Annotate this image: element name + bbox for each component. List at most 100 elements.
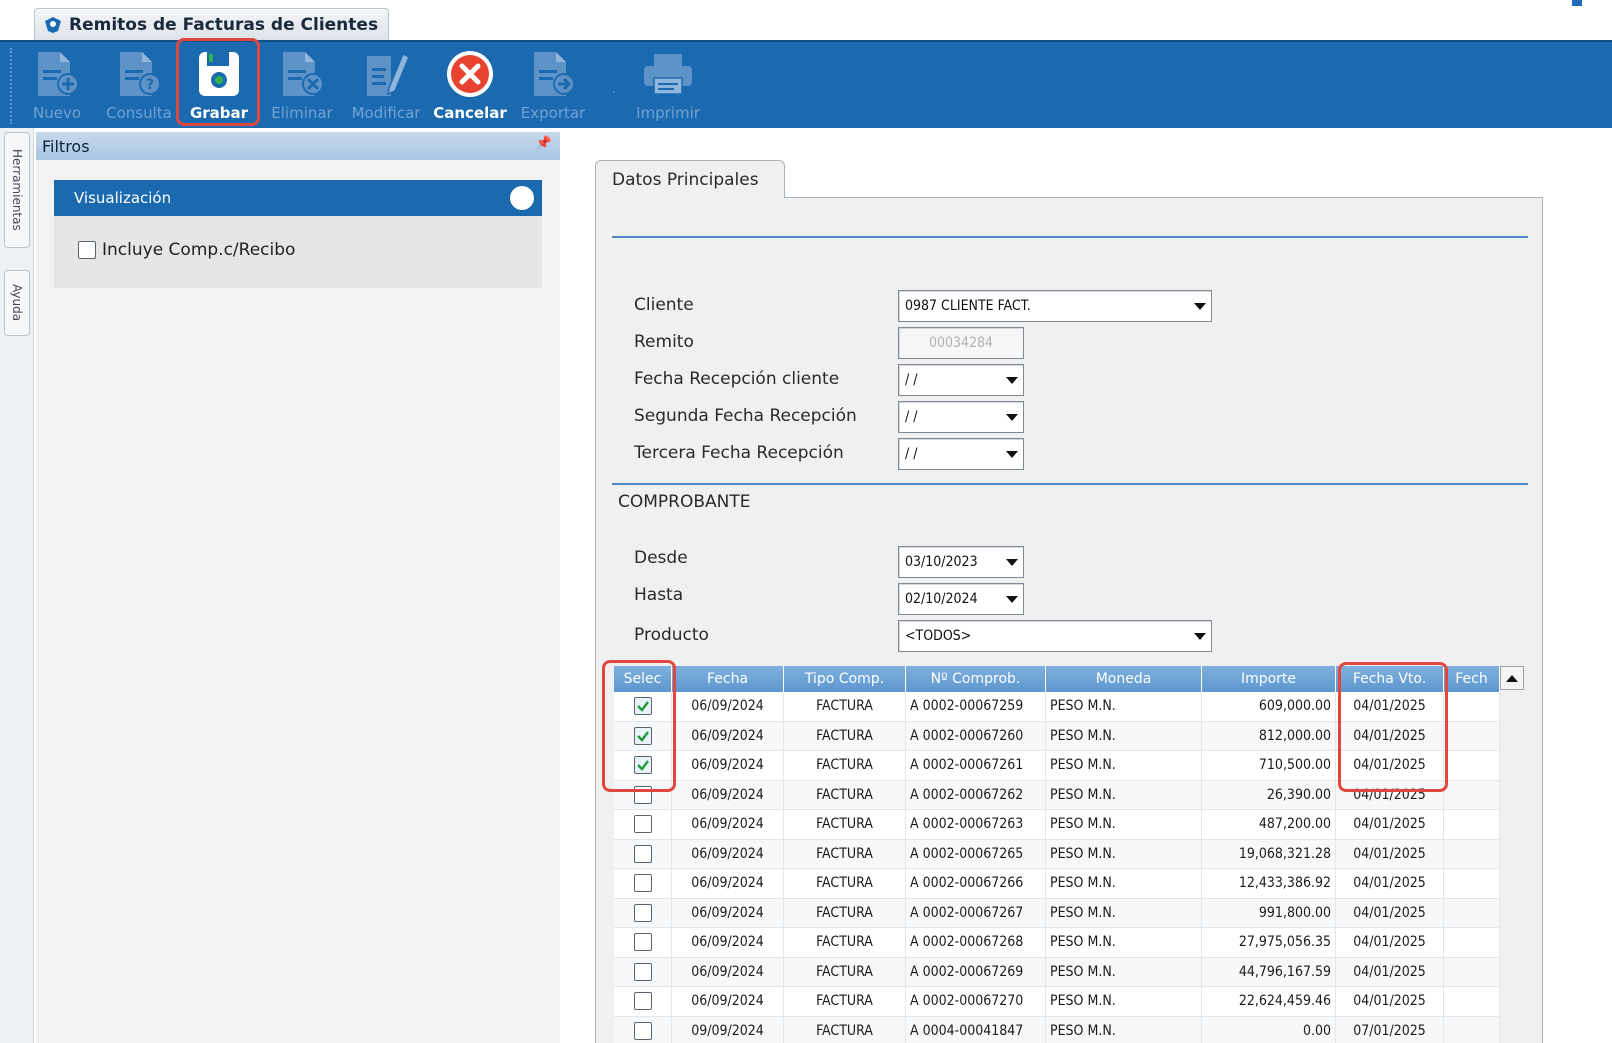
table-row[interactable]: 06/09/2024 FACTURA A 0002-00067269 PESO M.N…	[614, 957, 1500, 987]
row-select-checkbox[interactable]	[633, 756, 652, 775]
importe-cell: 487,200.00	[1202, 810, 1336, 839]
row-select-checkbox[interactable]	[633, 933, 652, 952]
query-button-label: Consulta	[106, 104, 172, 122]
select-cell[interactable]	[614, 928, 672, 957]
query-button[interactable]: ? Consulta	[104, 46, 174, 126]
save-disk-icon	[199, 52, 239, 96]
tab-datos-principales[interactable]: Datos Principales	[595, 160, 785, 198]
include-receipt-checkbox[interactable]	[78, 241, 96, 259]
check-icon	[636, 701, 649, 713]
save-button[interactable]: Grabar	[186, 46, 252, 126]
col-importe[interactable]: Importe	[1202, 666, 1336, 692]
export-button[interactable]: Exportar	[518, 46, 588, 126]
tipo-cell: FACTURA	[784, 751, 906, 780]
select-cell[interactable]	[614, 810, 672, 839]
moneda-cell: PESO M.N.	[1046, 780, 1202, 809]
chevron-down-icon[interactable]	[1001, 402, 1023, 432]
check-icon	[636, 760, 649, 772]
pin-icon[interactable]: 📌	[536, 136, 552, 151]
select-cell[interactable]	[614, 780, 672, 809]
producto-select[interactable]: <TODOS>	[898, 620, 1212, 652]
delete-button[interactable]: Eliminar	[270, 46, 334, 126]
table-row[interactable]: 06/09/2024 FACTURA A 0002-00067262 PESO M.N…	[614, 780, 1500, 810]
select-cell[interactable]	[614, 957, 672, 986]
doc-edit-icon	[367, 52, 410, 96]
table-row[interactable]: 06/09/2024 FACTURA A 0002-00067260 PESO M.N…	[614, 721, 1500, 751]
moneda-cell: PESO M.N.	[1046, 987, 1202, 1016]
select-cell[interactable]	[614, 869, 672, 898]
chevron-down-icon[interactable]	[1001, 439, 1023, 469]
select-cell[interactable]	[614, 721, 672, 750]
include-receipt-option[interactable]: Incluye Comp.c/Recibo	[78, 240, 295, 260]
scroll-up-button[interactable]	[1500, 666, 1524, 690]
tipo-cell: FACTURA	[784, 898, 906, 927]
numero-cell: A 0002-00067262	[906, 780, 1046, 809]
cliente-select-value: 0987 CLIENTE FACT.	[905, 298, 1031, 314]
select-cell[interactable]	[614, 987, 672, 1016]
chevron-down-icon[interactable]	[1189, 621, 1211, 651]
col-tipo-comp[interactable]: Tipo Comp.	[784, 666, 906, 692]
table-row[interactable]: 06/09/2024 FACTURA A 0002-00067266 PESO M.N…	[614, 869, 1500, 899]
chevron-down-icon[interactable]	[1189, 291, 1211, 321]
fecha-cell: 06/09/2024	[672, 810, 784, 839]
col-moneda[interactable]: Moneda	[1046, 666, 1202, 692]
row-select-checkbox[interactable]	[633, 903, 652, 922]
select-cell[interactable]	[614, 839, 672, 868]
new-button[interactable]: Nuevo	[28, 46, 86, 126]
col-fecha-extra[interactable]: Fech	[1444, 666, 1500, 692]
export-dropdown-arrow[interactable]: ․	[612, 82, 616, 96]
collapse-toggle-icon[interactable]	[510, 186, 534, 210]
window-tab[interactable]: Remitos de Facturas de Clientes	[34, 8, 390, 40]
fecha-recepcion-label: Fecha Recepción cliente	[634, 369, 840, 389]
table-row[interactable]: 06/09/2024 FACTURA A 0002-00067265 PESO M.N…	[614, 839, 1500, 869]
extra-cell	[1444, 928, 1500, 957]
row-select-checkbox[interactable]	[633, 874, 652, 893]
table-row[interactable]: 06/09/2024 FACTURA A 0002-00067261 PESO M.N…	[614, 751, 1500, 781]
table-row[interactable]: 06/09/2024 FACTURA A 0002-00067270 PESO M.N…	[614, 987, 1500, 1017]
toolbar-grip[interactable]	[10, 48, 14, 124]
chevron-down-icon[interactable]	[1001, 365, 1023, 395]
table-row[interactable]: 09/09/2024 FACTURA A 0004-00041847 PESO M.N…	[614, 1016, 1500, 1043]
table-row[interactable]: 06/09/2024 FACTURA A 0002-00067267 PESO M.N…	[614, 898, 1500, 928]
hasta-label: Hasta	[634, 585, 684, 605]
segunda-fecha-date[interactable]: / /	[898, 401, 1024, 433]
visualizacion-header[interactable]: Visualización	[54, 180, 542, 216]
select-cell[interactable]	[614, 1016, 672, 1043]
row-select-checkbox[interactable]	[633, 815, 652, 834]
print-button[interactable]: Imprimir	[628, 46, 708, 126]
col-fecha[interactable]: Fecha	[672, 666, 784, 692]
table-row[interactable]: 06/09/2024 FACTURA A 0002-00067263 PESO M.N…	[614, 810, 1500, 840]
row-select-checkbox[interactable]	[633, 844, 652, 863]
window-title: Remitos de Facturas de Clientes	[69, 14, 379, 35]
chevron-down-icon[interactable]	[1001, 547, 1023, 577]
fecha-recepcion-date[interactable]: / /	[898, 364, 1024, 396]
row-select-checkbox[interactable]	[633, 785, 652, 804]
row-select-checkbox[interactable]	[633, 1021, 652, 1040]
tercera-fecha-label: Tercera Fecha Recepción	[634, 443, 844, 463]
row-select-checkbox[interactable]	[633, 697, 652, 716]
col-selec[interactable]: Selec	[614, 666, 672, 692]
tools-side-tab[interactable]: Herramientas	[4, 132, 30, 248]
col-fecha-vto[interactable]: Fecha Vto.	[1336, 666, 1444, 692]
row-select-checkbox[interactable]	[633, 992, 652, 1011]
select-cell[interactable]	[614, 898, 672, 927]
tercera-fecha-date[interactable]: / /	[898, 438, 1024, 470]
chevron-down-icon[interactable]	[1001, 584, 1023, 614]
help-side-tab[interactable]: Ayuda	[4, 270, 30, 336]
cliente-select[interactable]: 0987 CLIENTE FACT.	[898, 290, 1212, 322]
select-cell[interactable]	[614, 692, 672, 721]
hasta-date[interactable]: 02/10/2024	[898, 583, 1024, 615]
desde-date[interactable]: 03/10/2023	[898, 546, 1024, 578]
table-row[interactable]: 06/09/2024 FACTURA A 0002-00067259 PESO M.N…	[614, 692, 1500, 722]
numero-cell: A 0002-00067260	[906, 721, 1046, 750]
vto-cell: 04/01/2025	[1336, 898, 1444, 927]
table-row[interactable]: 06/09/2024 FACTURA A 0002-00067268 PESO M.N…	[614, 928, 1500, 958]
row-select-checkbox[interactable]	[633, 962, 652, 981]
row-select-checkbox[interactable]	[633, 726, 652, 745]
col-numero[interactable]: Nº Comprob.	[906, 666, 1046, 692]
cancel-button[interactable]: Cancelar	[433, 46, 507, 126]
modify-button[interactable]: Modificar	[350, 46, 422, 126]
extra-cell	[1444, 839, 1500, 868]
select-cell[interactable]	[614, 751, 672, 780]
importe-cell: 812,000.00	[1202, 721, 1336, 750]
